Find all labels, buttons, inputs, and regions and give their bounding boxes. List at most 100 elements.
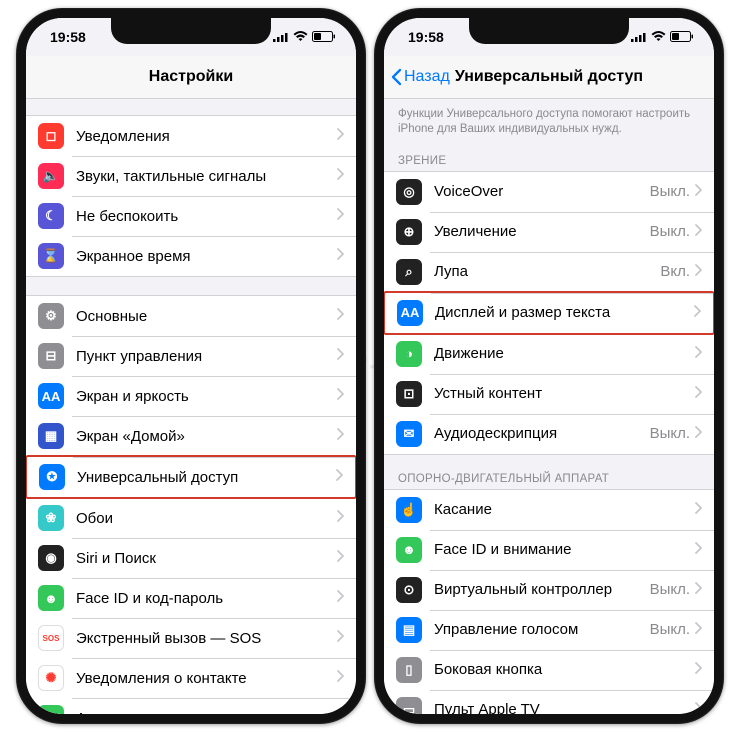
status-time: 19:58 — [408, 29, 444, 45]
row-label: VoiceOver — [434, 183, 650, 200]
general-icon: ⚙ — [38, 303, 64, 329]
row-voice-control[interactable]: ▤ Управление голосомВыкл. — [384, 610, 714, 650]
wallpaper-icon: ❀ — [38, 505, 64, 531]
row-display-text[interactable]: AAДисплей и размер текста — [384, 291, 714, 335]
motor-group: ☝ Касание ☻ Face ID и внимание ⊙ Виртуальный … — [384, 489, 714, 714]
chevron-right-icon — [694, 223, 702, 241]
display-text-icon: AA — [397, 300, 423, 326]
chevron-right-icon — [694, 425, 702, 443]
row-accessibility[interactable]: ✪Универсальный доступ — [26, 455, 356, 499]
settings-group-2: ⚙ Основные ⊟ Пункт управления AAЭкран и ярко… — [26, 295, 356, 714]
section-header-vision: ЗРЕНИЕ — [384, 141, 714, 171]
chevron-right-icon — [694, 701, 702, 714]
row-sounds[interactable]: 🔈Звуки, тактильные сигналы — [26, 156, 356, 196]
row-touch[interactable]: ☝ Касание — [384, 490, 714, 530]
voiceover-icon: ◎ — [396, 179, 422, 205]
motion-icon: ◑ — [396, 341, 422, 367]
touch-icon: ☝ — [396, 497, 422, 523]
chevron-right-icon — [694, 501, 702, 519]
row-motion[interactable]: ◑Движение — [384, 334, 714, 374]
chevron-right-icon — [335, 468, 343, 486]
chevron-right-icon — [694, 621, 702, 639]
screentime-icon: ⌛ — [38, 243, 64, 269]
row-faceid[interactable]: ☻Face ID и код-пароль — [26, 578, 356, 618]
chevron-right-icon — [336, 387, 344, 405]
row-screentime[interactable]: ⌛Экранное время — [26, 236, 356, 276]
notifications-icon: ◻ — [38, 123, 64, 149]
battery-icon: ▮ — [38, 705, 64, 714]
row-label: Аудиодескрипция — [434, 425, 650, 442]
chevron-right-icon — [336, 669, 344, 687]
row-notifications[interactable]: ◻Уведомления — [26, 116, 356, 156]
dnd-icon: ☾ — [38, 203, 64, 229]
chevron-right-icon — [336, 589, 344, 607]
zoom-icon: ⊕ — [396, 219, 422, 245]
row-label: Лупа — [434, 263, 660, 280]
row-label: Основные — [76, 308, 336, 325]
row-side-button[interactable]: ▯Боковая кнопка — [384, 650, 714, 690]
row-switch[interactable]: ⊙Виртуальный контроллерВыкл. — [384, 570, 714, 610]
row-value: Выкл. — [650, 183, 690, 200]
chevron-right-icon — [694, 541, 702, 559]
switch-icon: ⊙ — [396, 577, 422, 603]
chevron-right-icon — [336, 427, 344, 445]
faceid-icon: ☻ — [38, 585, 64, 611]
row-label: Управление голосом — [434, 621, 650, 638]
notch — [111, 18, 271, 44]
row-magnifier[interactable]: ⌕ ЛупаВкл. — [384, 252, 714, 292]
row-value: Выкл. — [650, 425, 690, 442]
row-label: Уведомления о контакте — [76, 670, 336, 687]
row-zoom[interactable]: ⊕УвеличениеВыкл. — [384, 212, 714, 252]
row-sos[interactable]: SOSЭкстренный вызов — SOS — [26, 618, 356, 658]
row-general[interactable]: ⚙ Основные — [26, 296, 356, 336]
row-face-attn[interactable]: ☻ Face ID и внимание — [384, 530, 714, 570]
row-battery[interactable]: ▮Аккумулятор — [26, 698, 356, 714]
control-center-icon: ⊟ — [38, 343, 64, 369]
back-label: Назад — [404, 68, 450, 86]
chevron-right-icon — [336, 347, 344, 365]
row-voiceover[interactable]: ◎ VoiceOverВыкл. — [384, 172, 714, 212]
sounds-icon: 🔈 — [38, 163, 64, 189]
row-label: Face ID и внимание — [434, 541, 694, 558]
wifi-icon — [651, 29, 666, 45]
chevron-right-icon — [694, 385, 702, 403]
apple-tv-icon: ▭ — [396, 697, 422, 714]
side-button-icon: ▯ — [396, 657, 422, 683]
chevron-right-icon — [336, 509, 344, 527]
row-exposure[interactable]: ✺Уведомления о контакте — [26, 658, 356, 698]
vision-group: ◎VoiceOverВыкл.⊕УвеличениеВыкл.⌕ЛупаВкл.… — [384, 171, 714, 455]
navbar: Настройки — [26, 56, 356, 99]
face-attn-icon: ☻ — [396, 537, 422, 563]
row-label: Виртуальный контроллер — [434, 581, 650, 598]
row-label: Пункт управления — [76, 348, 336, 365]
chevron-right-icon — [336, 207, 344, 225]
chevron-right-icon — [336, 549, 344, 567]
chevron-right-icon — [336, 709, 344, 714]
row-value: Выкл. — [650, 621, 690, 638]
row-display[interactable]: AAЭкран и яркость — [26, 376, 356, 416]
page-hint: Функции Универсального доступа помогают … — [384, 99, 714, 141]
row-home[interactable]: ▦Экран «Домой» — [26, 416, 356, 456]
row-dnd[interactable]: ☾Не беспокоить — [26, 196, 356, 236]
row-label: Универсальный доступ — [77, 469, 335, 486]
row-spoken[interactable]: ⊡Устный контент — [384, 374, 714, 414]
row-label: Обои — [76, 510, 336, 527]
chevron-right-icon — [336, 307, 344, 325]
chevron-right-icon — [336, 127, 344, 145]
chevron-right-icon — [694, 183, 702, 201]
row-label: Касание — [434, 501, 694, 518]
magnifier-icon: ⌕ — [396, 259, 422, 285]
row-siri[interactable]: ◉Siri и Поиск — [26, 538, 356, 578]
phone-right: 19:58 Назад Универсальный доступ Фун — [374, 8, 724, 724]
row-wallpaper[interactable]: ❀ Обои — [26, 498, 356, 538]
row-label: Siri и Поиск — [76, 550, 336, 567]
voice-control-icon: ▤ — [396, 617, 422, 643]
row-apple-tv[interactable]: ▭Пульт Apple TV — [384, 690, 714, 714]
row-value: Вкл. — [660, 263, 690, 280]
row-control-center[interactable]: ⊟ Пункт управления — [26, 336, 356, 376]
back-button[interactable]: Назад — [390, 68, 450, 86]
row-audiodesc[interactable]: ✉АудиодескрипцияВыкл. — [384, 414, 714, 454]
row-label: Увеличение — [434, 223, 650, 240]
row-label: Экран «Домой» — [76, 428, 336, 445]
row-label: Экран и яркость — [76, 388, 336, 405]
